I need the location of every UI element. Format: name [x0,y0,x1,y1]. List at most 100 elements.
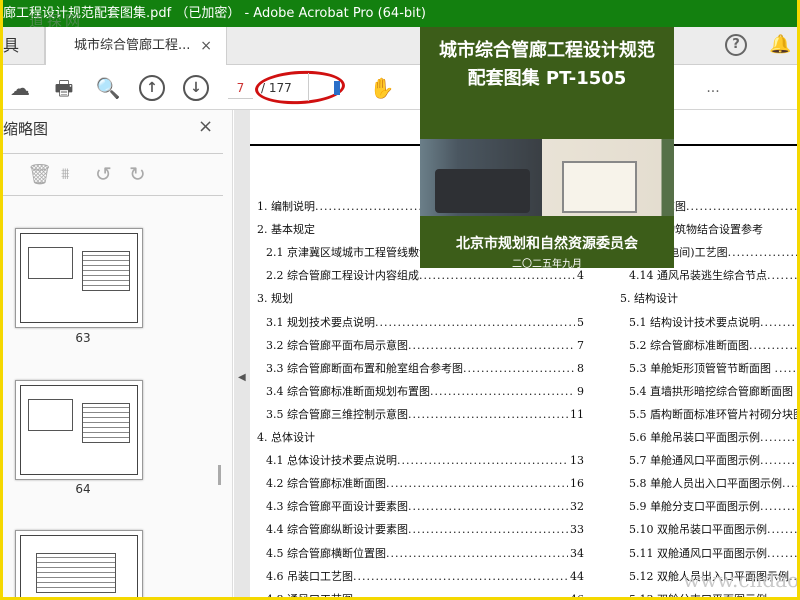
toc-leader-dots: ........................................… [375,315,584,329]
toc-leader-dots: ........................................… [727,246,797,260]
toc-leader-dots: ........................................… [353,569,584,583]
toc-entry-title: 5.10 双舱吊装口平面图示例 [629,523,767,537]
toc-leader-dots: ........................................… [386,477,584,491]
toc-entry-title: 3. 规划 [257,292,293,306]
site-watermark-url: www.cndao.com [683,568,797,592]
toc-leader-dots: ........................................… [419,269,584,283]
toc-entry[interactable]: 5.11 双舱通风口平面图示例.........................… [629,546,797,562]
divider [3,195,223,196]
toc-entry[interactable]: 4.2 综合管廊标准断面图...........................… [266,476,584,493]
tab-document[interactable]: 城市综合管廊工程... × [45,27,227,66]
page-thumbnail-65[interactable] [15,530,143,597]
close-tab-icon[interactable]: × [200,27,212,65]
thumbnail-label: 64 [75,482,91,496]
page-number-input[interactable]: 7 [228,77,253,99]
toc-leader-dots: ........................................… [760,500,797,514]
trash-icon[interactable]: 🗑 [27,162,52,186]
toc-page-number: 8 [575,360,584,377]
toc-entry-title: 5.1 结构设计技术要点说明 [629,315,760,329]
panel-splitter[interactable]: ◀ [234,110,250,597]
toc-entry[interactable]: 5.4 直墙拱形暗挖综合管廊断面图 ......................… [629,384,797,400]
toc-leader-dots: ........................................… [397,454,584,468]
toc-entry[interactable]: 3.4 综合管廊标准断面规划布置图.......................… [266,383,584,400]
toc-entry-title: 5.13 双舱分支口平面图示例 [629,593,767,597]
toc-entry[interactable]: 4. 总体设计 [257,430,584,446]
toc-leader-dots: ........................................… [767,269,797,283]
toc-entry[interactable]: 3.2 综合管廊平面布局示意图.........................… [266,337,584,354]
toc-leader-dots: ........................................… [797,385,798,398]
toc-entry[interactable]: 4.5 综合管廊横断位置图...........................… [266,545,584,562]
toc-entry-title: 5.6 单舱吊装口平面图示例 [629,431,760,444]
close-panel-icon[interactable]: × [198,116,213,137]
toc-entry[interactable]: 4.4 综合管廊纵断设计要素图.........................… [266,522,584,539]
toc-entry-title: 5.8 单舱人员出入口平面图示例 [629,477,782,491]
rotate-left-icon[interactable]: ↺ [95,162,112,186]
toc-entry-title: 3.3 综合管廊断面布置和舱室组合参考图 [266,361,463,375]
hand-tool-icon[interactable]: ✋ [369,75,395,101]
panel-resize-grip[interactable] [218,465,221,485]
toc-leader-dots: ........................................… [430,384,584,398]
toc-entry[interactable]: 5. 结构设计 [620,291,797,307]
toc-page-number: 11 [568,406,584,423]
toc-entry[interactable]: 5.10 双舱吊装口平面图示例.........................… [629,522,797,538]
toc-entry[interactable]: 4.6 吊装口工艺图..............................… [266,568,584,585]
page-thumbnail-64[interactable] [15,380,143,480]
bell-icon[interactable]: 🔔 [769,34,791,55]
tab-tools[interactable]: 具 [3,27,45,65]
toc-entry[interactable]: 3.5 综合管廊三维控制示意图.........................… [266,406,584,423]
toc-entry[interactable]: 5.5 盾构断面标准环管片衬砌分块图 .....................… [629,407,797,423]
toc-leader-dots: ........................................… [767,593,797,597]
toc-page-number: 33 [568,522,584,539]
toc-entry[interactable]: 4.1 总体设计技术要点说明..........................… [266,453,584,470]
toc-entry-title: 4.4 综合管廊纵断设计要素图 [266,523,408,537]
extract-pages-icon[interactable]: ⩩ [61,164,70,184]
rotate-right-icon[interactable]: ↻ [129,162,146,186]
toc-entry[interactable]: 2.2 综合管廊工程设计内容组成........................… [266,268,584,285]
toc-entry-title: 5.9 单舱分支口平面图示例 [629,500,760,514]
page-thumbnail-63[interactable] [15,228,143,328]
toc-leader-dots: ........................................… [760,431,797,444]
toc-entry[interactable]: 5.2 综合管廊标准断面图...........................… [629,338,797,354]
toc-entry-title: 4.6 吊装口工艺图 [266,569,353,583]
toc-leader-dots: ........................................… [774,361,798,375]
toc-page-number: 34 [568,545,584,562]
toc-entry[interactable]: 3.3 综合管廊断面布置和舱室组合参考图....................… [266,360,584,377]
red-highlight-annotation [254,68,346,107]
print-icon[interactable]: 🖶 [51,75,77,101]
toc-entry[interactable]: 5.8 单舱人员出入口平面图示例........................… [629,476,797,492]
panel-title: 缩略图 [3,120,49,138]
toc-entry-title: 4.14 通风吊装逃生综合节点 [629,269,767,283]
toc-entry[interactable]: 5.9 单舱分支口平面图示例..........................… [629,499,797,515]
toc-entry[interactable]: 4.8 通风口工艺图..............................… [266,591,584,597]
toc-entry[interactable]: 5.13 双舱分支口平面图示例.........................… [629,592,797,597]
toc-page-number: 44 [568,568,584,585]
collapse-arrow-icon[interactable]: ◀ [238,372,246,383]
cover-title: 城市综合管廊工程设计规范 配套图集 PT-1505 [420,37,674,93]
toc-entry-title: 3.4 综合管廊标准断面规划布置图 [266,384,430,398]
previous-page-icon[interactable]: ↑ [139,75,165,101]
toc-leader-dots: ........................................… [686,200,797,213]
toc-entry-title: 5.5 盾构断面标准环管片衬砌分块图 [629,407,797,421]
cloud-upload-icon[interactable]: ☁ [7,75,33,101]
scroll-marker [334,81,340,95]
toc-entry[interactable]: 3. 规划 [257,291,584,307]
zoom-search-icon[interactable]: 🔍 [95,75,121,101]
toc-entry[interactable]: 4.14 通风吊装逃生综合节点.........................… [629,268,797,284]
toc-entry[interactable]: 5.3 单舱矩形顶管管节断面图 ........................… [629,361,797,377]
toc-entry[interactable]: 5.1 结构设计技术要点说明..........................… [629,315,797,331]
more-tools-icon[interactable]: ... [700,75,726,101]
toc-leader-dots: ........................................… [767,523,797,537]
toc-entry[interactable]: 3.1 规划技术要点说明............................… [266,314,584,331]
toc-leader-dots: ........................................… [408,338,584,352]
toc-entry[interactable]: 5.7 单舱通风口平面图示例..........................… [629,453,797,469]
toc-entry-title: 4.2 综合管廊标准断面图 [266,477,386,491]
tab-document-label: 城市综合管廊工程... [74,38,191,53]
toc-entry-title: 4.8 通风口工艺图 [266,593,353,597]
acrobat-window: 廊工程设计规范配套图集.pdf （已加密） - Adobe Acrobat Pr… [3,0,797,597]
toc-leader-dots: ........................................… [767,546,797,560]
toc-entry[interactable]: 4.3 综合管廊平面设计要素图.........................… [266,499,584,516]
toc-entry[interactable]: 5.6 单舱吊装口平面图示例..........................… [629,430,797,446]
help-icon[interactable]: ? [725,34,747,56]
next-page-icon[interactable]: ↓ [183,75,209,101]
cover-title-line1: 城市综合管廊工程设计规范 [439,40,655,61]
